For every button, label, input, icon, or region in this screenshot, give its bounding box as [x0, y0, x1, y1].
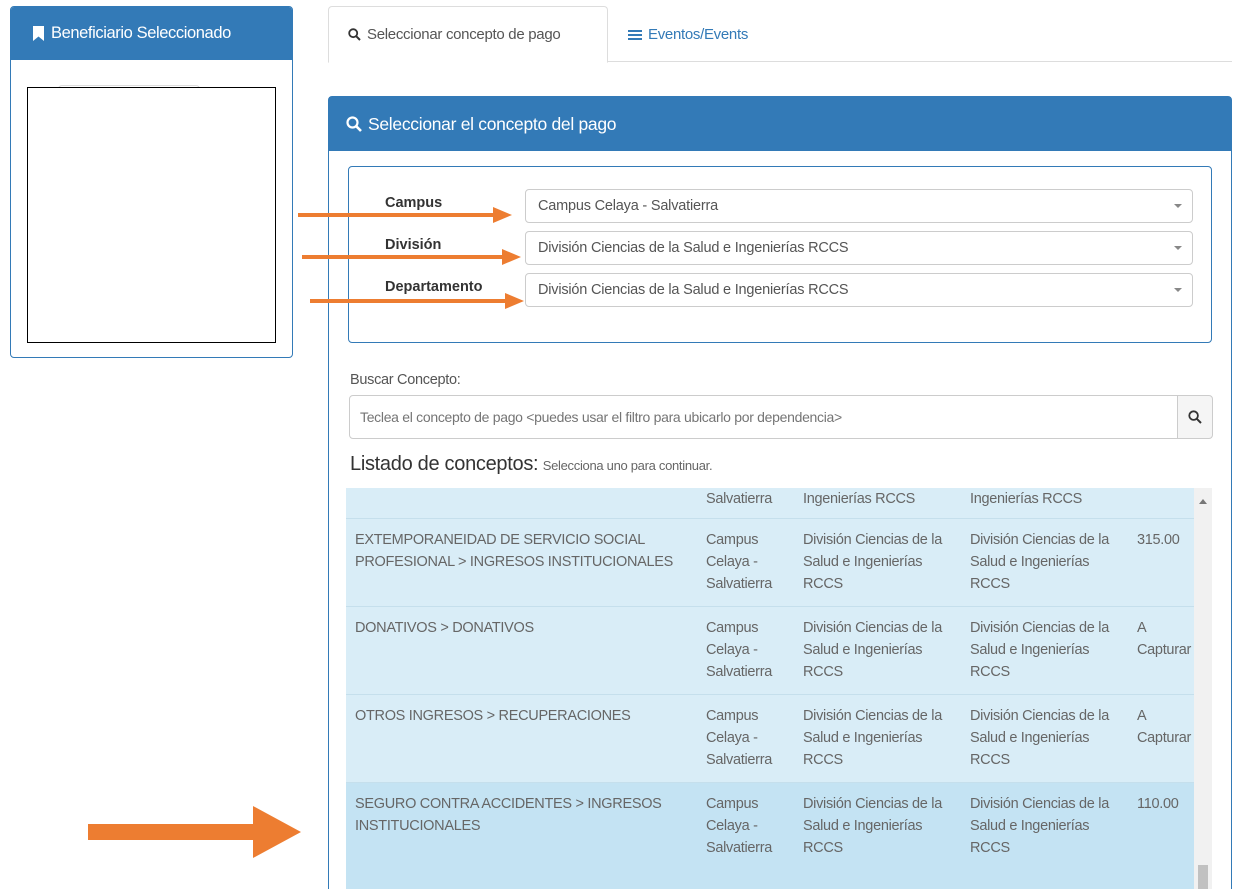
- table-row[interactable]: Salvatierra Ingenierías RCCS Ingenierías…: [346, 488, 1194, 519]
- search-icon: [348, 28, 361, 41]
- cell-division: División Ciencias de la Salud e Ingenier…: [803, 620, 942, 680]
- tab-bar: Seleccionar concepto de pago Eventos/Eve…: [328, 6, 1232, 63]
- cell-concept: OTROS INGRESOS > RECUPERACIONES: [355, 708, 631, 724]
- cell-departamento: División Ciencias de la Salud e Ingenier…: [970, 532, 1109, 592]
- cell-concept: DONATIVOS > DONATIVOS: [355, 620, 534, 636]
- division-select[interactable]: División Ciencias de la Salud e Ingenier…: [525, 231, 1193, 265]
- search-button[interactable]: [1177, 395, 1213, 439]
- cell-departamento: División Ciencias de la Salud e Ingenier…: [970, 620, 1109, 680]
- caret-down-icon: [1174, 204, 1182, 208]
- division-select-value: División Ciencias de la Salud e Ingenier…: [538, 240, 849, 256]
- concept-panel-title: Seleccionar el concepto del pago: [368, 113, 617, 134]
- cell-campus: Salvatierra: [706, 491, 773, 507]
- cell-concept: SEGURO CONTRA ACCIDENTES > INGRESOS INST…: [355, 796, 662, 834]
- beneficiary-panel: Beneficiario Seleccionado: [10, 6, 293, 358]
- cell-division: División Ciencias de la Salud e Ingenier…: [803, 708, 942, 768]
- list-title-text: Listado de conceptos:: [350, 453, 539, 475]
- list-title: Listado de conceptos: Selecciona uno par…: [350, 453, 713, 476]
- table-row[interactable]: DONATIVOS > DONATIVOS Campus Celaya - Sa…: [346, 607, 1194, 695]
- cell-departamento: Ingenierías RCCS: [970, 491, 1083, 507]
- cell-division: División Ciencias de la Salud e Ingenier…: [803, 796, 942, 856]
- table-row[interactable]: OTROS INGRESOS > RECUPERACIONES Campus C…: [346, 695, 1194, 783]
- concept-table: Salvatierra Ingenierías RCCS Ingenierías…: [346, 488, 1212, 889]
- cell-amount: A Capturar: [1137, 708, 1192, 746]
- scroll-up-icon[interactable]: [1199, 499, 1207, 504]
- departamento-select-value: División Ciencias de la Salud e Ingenier…: [538, 282, 849, 298]
- tab-select-concept-label: Seleccionar concepto de pago: [367, 26, 561, 43]
- annotation-arrow: [302, 249, 521, 265]
- bookmark-icon: [33, 26, 44, 41]
- caret-down-icon: [1174, 288, 1182, 292]
- beneficiary-panel-title: Beneficiario Seleccionado: [51, 24, 231, 42]
- concept-panel-header: Seleccionar el concepto del pago: [329, 97, 1231, 151]
- search-group: [349, 395, 1213, 439]
- search-label: Buscar Concepto:: [350, 372, 461, 388]
- campus-select-value: Campus Celaya - Salvatierra: [538, 198, 718, 214]
- cell-division: Ingenierías RCCS: [803, 491, 916, 507]
- scroll-thumb[interactable]: [1198, 865, 1208, 889]
- search-icon: [346, 116, 362, 132]
- caret-down-icon: [1174, 246, 1182, 250]
- cell-amount: 315.00: [1137, 532, 1180, 548]
- cell-amount: A Capturar: [1137, 620, 1192, 658]
- cell-campus: Campus Celaya - Salvatierra: [706, 796, 773, 856]
- tab-select-concept[interactable]: Seleccionar concepto de pago: [328, 6, 608, 63]
- table-row[interactable]: EXTEMPORANEIDAD DE SERVICIO SOCIAL PROFE…: [346, 519, 1194, 607]
- tab-events[interactable]: Eventos/Events: [628, 6, 748, 63]
- cell-amount: 110.00: [1137, 796, 1179, 812]
- tab-events-label: Eventos/Events: [648, 26, 749, 43]
- cell-departamento: División Ciencias de la Salud e Ingenier…: [970, 796, 1109, 856]
- page-root: Beneficiario Seleccionado Seleccionar co…: [0, 0, 1246, 889]
- beneficiary-panel-header: Beneficiario Seleccionado: [11, 7, 292, 60]
- table-scrollbar[interactable]: [1194, 488, 1212, 889]
- cell-division: División Ciencias de la Salud e Ingenier…: [803, 532, 942, 592]
- list-hint: Selecciona uno para continuar.: [542, 458, 713, 473]
- search-input[interactable]: [349, 395, 1178, 439]
- table-row-selected[interactable]: SEGURO CONTRA ACCIDENTES > INGRESOS INST…: [346, 783, 1194, 889]
- campus-select[interactable]: Campus Celaya - Salvatierra: [525, 189, 1193, 223]
- list-icon: [628, 29, 642, 40]
- annotation-arrow: [88, 806, 301, 858]
- cell-campus: Campus Celaya - Salvatierra: [706, 532, 773, 592]
- departamento-select[interactable]: División Ciencias de la Salud e Ingenier…: [525, 273, 1193, 307]
- search-icon: [1188, 410, 1202, 424]
- cell-concept: EXTEMPORANEIDAD DE SERVICIO SOCIAL PROFE…: [355, 532, 674, 570]
- cell-campus: Campus Celaya - Salvatierra: [706, 708, 773, 768]
- cell-departamento: División Ciencias de la Salud e Ingenier…: [970, 708, 1109, 768]
- annotation-arrow: [298, 207, 512, 223]
- cell-campus: Campus Celaya - Salvatierra: [706, 620, 773, 680]
- redacted-area: [27, 87, 276, 343]
- annotation-arrow: [310, 293, 524, 309]
